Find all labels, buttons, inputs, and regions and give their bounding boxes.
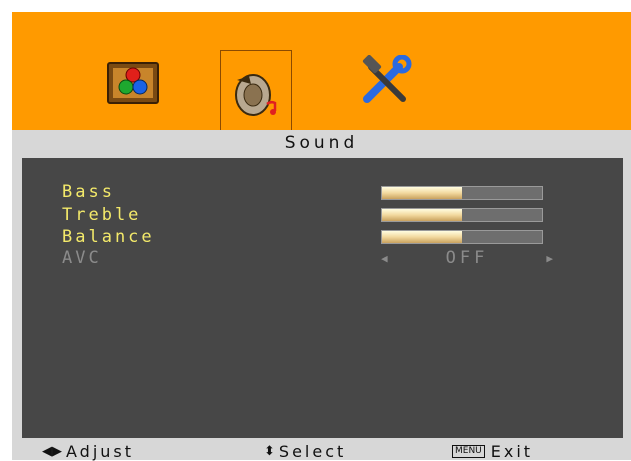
tab-setup[interactable] (356, 54, 414, 112)
avc-label: AVC (62, 248, 102, 268)
balance-slider-fill (382, 231, 462, 243)
up-down-arrows-icon: ⬍ (264, 443, 275, 459)
page-title-bar: Sound (12, 130, 631, 156)
avc-selector[interactable]: ◀ OFF ▶ (381, 248, 553, 268)
bass-label: Bass (62, 182, 115, 202)
tab-sound[interactable] (220, 50, 292, 140)
menu-item-bass[interactable]: Bass (62, 182, 115, 204)
treble-slider[interactable] (381, 208, 543, 222)
sound-icon (235, 74, 277, 116)
menu-item-avc[interactable]: AVC (62, 248, 102, 270)
exit-label: Exit (490, 441, 534, 461)
bass-slider-fill (382, 187, 462, 199)
osd-menu: Sound Bass Treble Balance AVC ◀ OFF ▶ ◀▶… (0, 0, 631, 461)
page-title: Sound (284, 133, 359, 153)
menu-item-treble[interactable]: Treble (62, 205, 141, 227)
balance-slider[interactable] (381, 230, 543, 244)
treble-label: Treble (62, 205, 142, 225)
exit-hint: MENU Exit (452, 441, 534, 461)
left-arrow-icon[interactable]: ◀ (381, 252, 388, 265)
left-right-arrows-icon: ◀▶ (42, 443, 62, 459)
menu-key-icon: MENU (452, 444, 485, 458)
menu-item-balance[interactable]: Balance (62, 227, 155, 249)
setup-tools-icon (362, 55, 412, 103)
footer-hints: ◀▶ Adjust ⬍ Select MENU Exit (12, 441, 631, 461)
bass-slider[interactable] (381, 186, 543, 200)
adjust-label: Adjust (66, 441, 135, 461)
menu-tab-bar (12, 12, 631, 140)
picture-icon (107, 62, 159, 104)
select-label: Select (278, 441, 347, 461)
tab-picture[interactable] (104, 54, 162, 112)
treble-slider-fill (382, 209, 462, 221)
adjust-hint: ◀▶ Adjust (42, 441, 135, 461)
right-arrow-icon[interactable]: ▶ (546, 252, 553, 265)
avc-value: OFF (445, 248, 489, 268)
select-hint: ⬍ Select (264, 441, 347, 461)
balance-label: Balance (62, 227, 155, 247)
